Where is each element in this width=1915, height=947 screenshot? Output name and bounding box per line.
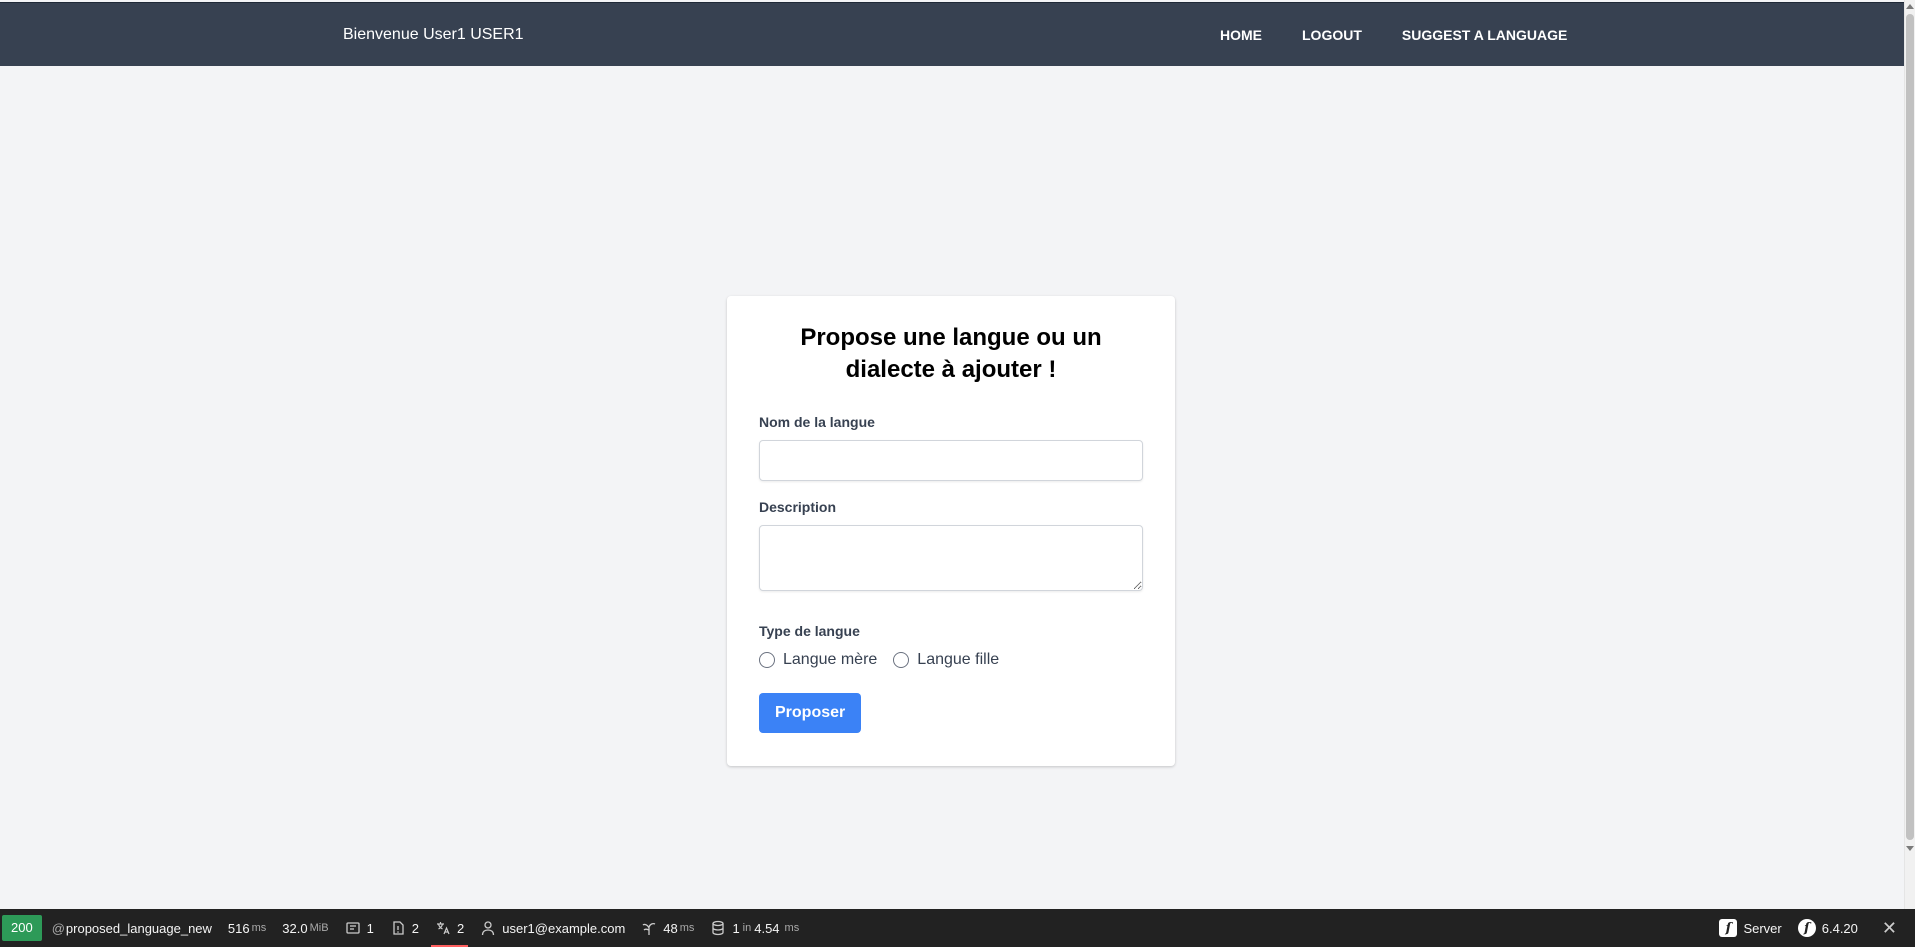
nav-links: HOME LOGOUT SUGGEST A LANGUAGE	[1220, 3, 1607, 67]
radio-langue-mere[interactable]	[759, 652, 775, 668]
radio-option-langue-mere[interactable]: Langue mère	[759, 651, 877, 669]
request-time-unit: ms	[251, 922, 267, 934]
toolbar-config-item[interactable]: ſ 6.4.20	[1790, 909, 1866, 947]
twig-time-value: 48	[663, 920, 678, 936]
toolbar-memory-item[interactable]: 32.0 MiB	[274, 909, 336, 947]
translation-icon	[435, 920, 451, 936]
twig-time-unit: ms	[679, 922, 695, 934]
toolbar-db-item[interactable]: 1 in 4.54 ms	[702, 909, 807, 947]
language-name-input[interactable]	[759, 440, 1143, 481]
radio-langue-fille[interactable]	[893, 652, 910, 668]
toolbar-forms-item[interactable]: 1	[337, 909, 382, 947]
forms-icon	[345, 920, 361, 936]
language-name-label: Nom de la langue	[759, 414, 875, 430]
database-icon	[710, 920, 726, 936]
db-time-unit: ms	[784, 922, 800, 934]
user-icon	[480, 920, 496, 936]
route-name: proposed_language_new	[65, 920, 212, 936]
translation-count: 2	[457, 920, 465, 936]
nav-link-logout[interactable]: LOGOUT	[1302, 27, 1362, 43]
db-time-value: 4.54	[754, 920, 780, 936]
toolbar-security-item[interactable]: user1@example.com	[472, 909, 633, 947]
logs-count: 2	[411, 920, 420, 936]
toolbar-route-item[interactable]: @ proposed_language_new	[50, 909, 220, 947]
toolbar-logs-item[interactable]: 2	[382, 909, 427, 947]
route-prefix: @	[51, 920, 65, 936]
radio-option-langue-fille[interactable]: Langue fille	[893, 651, 999, 669]
description-label: Description	[759, 499, 837, 515]
form-title: Propose une langue ou un dialecte à ajou…	[800, 324, 1102, 383]
language-type-label: Type de langue	[759, 623, 860, 639]
debug-toolbar: 200 @ proposed_language_new 516 ms 32.0 …	[0, 909, 1915, 947]
symfony-version: 6.4.20	[1821, 920, 1858, 936]
request-time-value: 516	[227, 920, 250, 936]
twig-icon	[641, 920, 657, 936]
memory-unit: MiB	[309, 922, 329, 934]
server-label: Server	[1743, 920, 1782, 936]
symfony-server-icon: ſ	[1719, 919, 1738, 937]
toolbar-twig-item[interactable]: 48 ms	[633, 909, 702, 947]
radio-label-langue-fille[interactable]: Langue fille	[917, 651, 999, 669]
scroll-up-arrow-icon[interactable]	[1906, 4, 1914, 9]
nav-link-home[interactable]: HOME	[1220, 27, 1262, 43]
status-code-badge: 200	[2, 915, 42, 941]
memory-value: 32.0	[282, 920, 308, 936]
toolbar-right-section: ſ Server ſ 6.4.20 ✕	[1711, 909, 1915, 947]
db-query-count: 1	[732, 920, 740, 936]
nav-link-suggest-language[interactable]: SUGGEST A LANGUAGE	[1402, 27, 1567, 43]
description-textarea[interactable]	[759, 525, 1143, 591]
logged-in-user: user1@example.com	[502, 920, 626, 936]
symfony-logo-icon: ſ	[1797, 919, 1816, 937]
logs-icon	[390, 920, 406, 936]
language-type-radio-group: Langue mère Langue fille	[759, 651, 1143, 669]
welcome-message: Bienvenue User1 USER1	[343, 26, 524, 43]
submit-button[interactable]: Proposer	[759, 693, 862, 733]
toolbar-time-item[interactable]: 516 ms	[220, 909, 274, 947]
vertical-scrollbar[interactable]	[1904, 0, 1915, 947]
toolbar-server-item[interactable]: ſ Server	[1711, 909, 1789, 947]
radio-label-langue-mere[interactable]: Langue mère	[783, 651, 877, 669]
db-in-text: in	[742, 922, 752, 934]
toolbar-translation-item[interactable]: 2	[427, 909, 472, 947]
scrollbar-thumb[interactable]	[1906, 14, 1914, 840]
toolbar-status-item[interactable]: 200	[0, 909, 50, 947]
close-toolbar-icon[interactable]: ✕	[1866, 918, 1915, 939]
forms-count: 1	[366, 920, 374, 936]
proposal-form-card: Propose une langue ou un dialecte à ajou…	[727, 296, 1175, 766]
scroll-down-arrow-icon[interactable]	[1906, 846, 1914, 851]
top-navbar: Bienvenue User1 USER1 HOME LOGOUT SUGGES…	[0, 2, 1904, 66]
